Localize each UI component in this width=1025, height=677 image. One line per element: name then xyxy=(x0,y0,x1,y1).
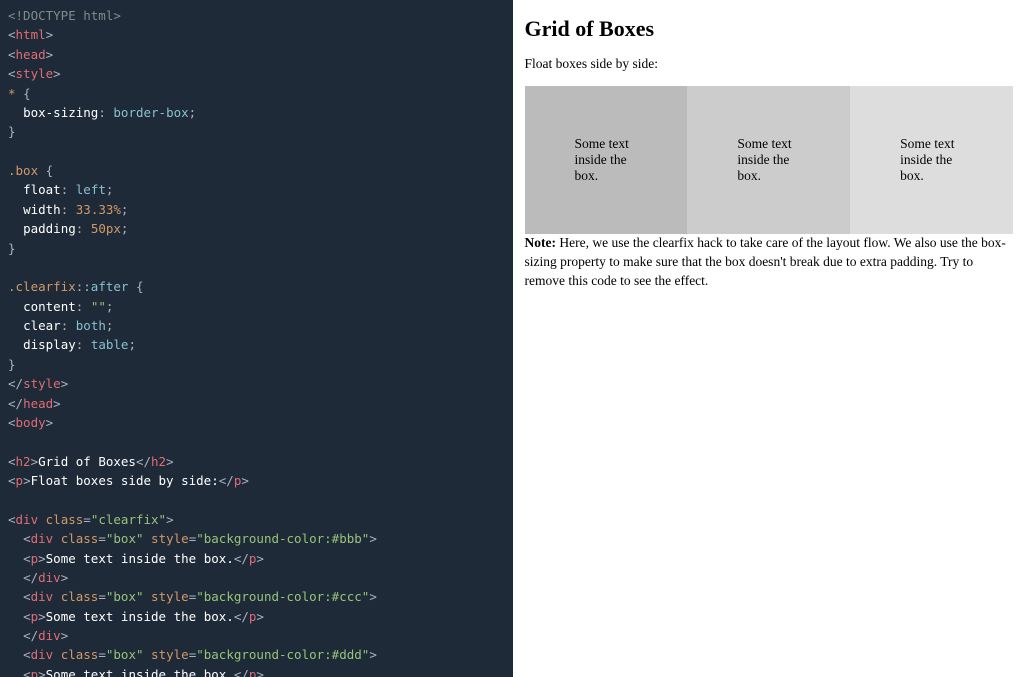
tag-style-close: style xyxy=(23,376,61,391)
box-2: Some text inside the box. xyxy=(687,86,850,234)
preview-intro: Float boxes side by side: xyxy=(525,56,1014,72)
preview-heading: Grid of Boxes xyxy=(525,16,1014,42)
doctype: <!DOCTYPE html> xyxy=(8,8,121,23)
tag-html-open: html xyxy=(16,27,46,42)
tag-head-open: head xyxy=(16,47,46,62)
box-1-text: Some text inside the box. xyxy=(575,136,629,183)
box-3: Some text inside the box. xyxy=(850,86,1013,234)
note-label: Note: xyxy=(525,235,556,250)
code-h2-text: Grid of Boxes xyxy=(38,454,136,469)
tag-head-close: head xyxy=(23,396,53,411)
css-selector-clearfix: .clearfix xyxy=(8,279,76,294)
css-selector-star: * xyxy=(8,86,16,101)
tag-body-open: body xyxy=(16,415,46,430)
css-selector-box: .box xyxy=(8,163,38,178)
grid-container: Some text inside the box. Some text insi… xyxy=(525,86,1014,234)
box-1: Some text inside the box. xyxy=(525,86,688,234)
box-3-text: Some text inside the box. xyxy=(900,136,954,183)
code-editor[interactable]: <!DOCTYPE html> <html> <head> <style> * … xyxy=(0,0,513,677)
box-2-text: Some text inside the box. xyxy=(737,136,791,183)
preview-pane: Grid of Boxes Float boxes side by side: … xyxy=(513,0,1025,677)
preview-note: Note: Here, we use the clearfix hack to … xyxy=(525,234,1014,291)
tag-style-open: style xyxy=(16,66,54,81)
code-intro-text: Float boxes side by side: xyxy=(31,473,219,488)
note-body: Here, we use the clearfix hack to take c… xyxy=(525,235,1006,288)
